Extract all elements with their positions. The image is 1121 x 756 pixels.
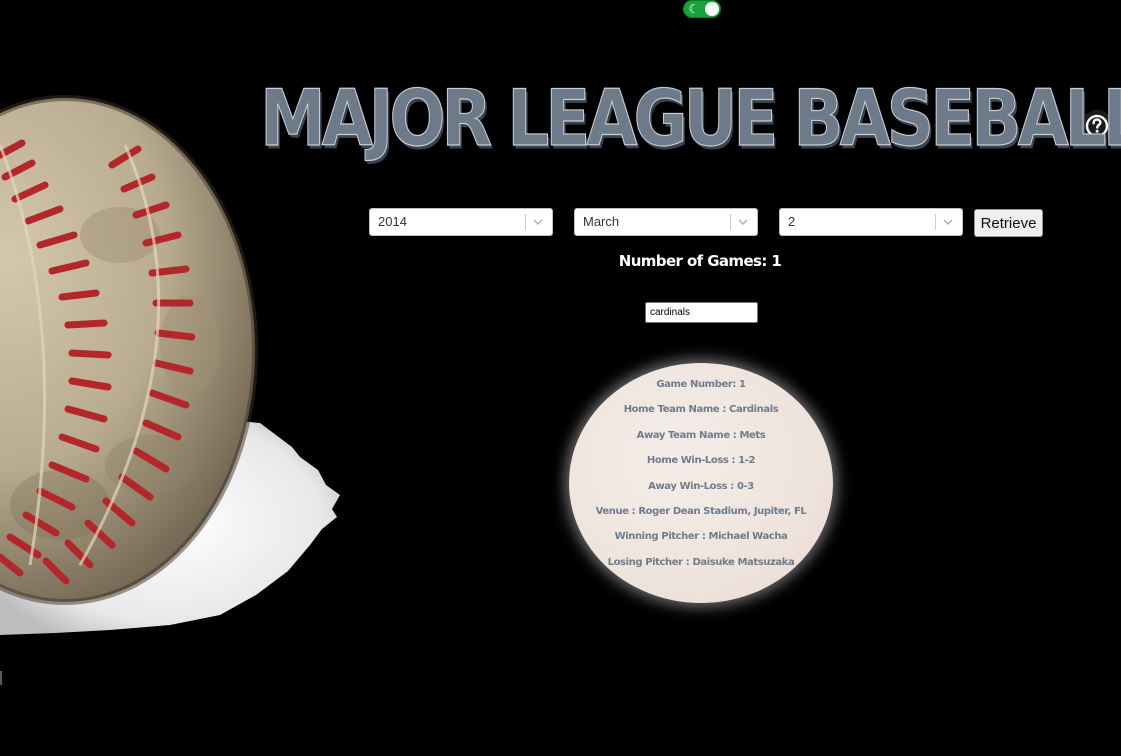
select-separator [730, 214, 731, 230]
game-card: Game Number: 1 Home Team Name : Cardinal… [569, 363, 833, 603]
games-count: Number of Games: 1 [618, 252, 782, 270]
venue: Venue : Roger Dean Stadium, Jupiter, FL [595, 506, 807, 517]
toggle-knob [705, 2, 719, 16]
team-search-input[interactable] [645, 302, 758, 323]
year-select[interactable]: 2014 [369, 208, 553, 236]
month-select-value: March [583, 214, 620, 229]
retrieve-button[interactable]: Retrieve [974, 209, 1043, 237]
year-select-value: 2014 [378, 214, 407, 229]
chevron-down-icon[interactable] [530, 209, 546, 235]
scrollbar-edge [0, 671, 2, 685]
month-select[interactable]: March [574, 208, 758, 236]
chevron-down-icon[interactable] [735, 209, 751, 235]
away-win-loss: Away Win-Loss : 0-3 [648, 481, 754, 492]
day-select[interactable]: 2 [779, 208, 963, 236]
theme-toggle[interactable]: ☾ [683, 0, 721, 18]
moon-icon: ☾ [688, 2, 700, 16]
home-team-name: Home Team Name : Cardinals [623, 404, 779, 415]
day-select-value: 2 [788, 214, 796, 229]
home-win-loss: Home Win-Loss : 1-2 [646, 455, 756, 466]
select-separator [525, 214, 526, 230]
game-number: Game Number: 1 [656, 379, 746, 390]
chevron-down-icon[interactable] [940, 209, 956, 235]
select-separator [935, 214, 936, 230]
winning-pitcher: Winning Pitcher : Michael Wacha [614, 531, 788, 542]
losing-pitcher: Losing Pitcher : Daisuke Matsuzaka [607, 557, 795, 568]
away-team-name: Away Team Name : Mets [636, 430, 766, 441]
page-title: MAJOR LEAGUE BASEBALL [260, 72, 1121, 164]
